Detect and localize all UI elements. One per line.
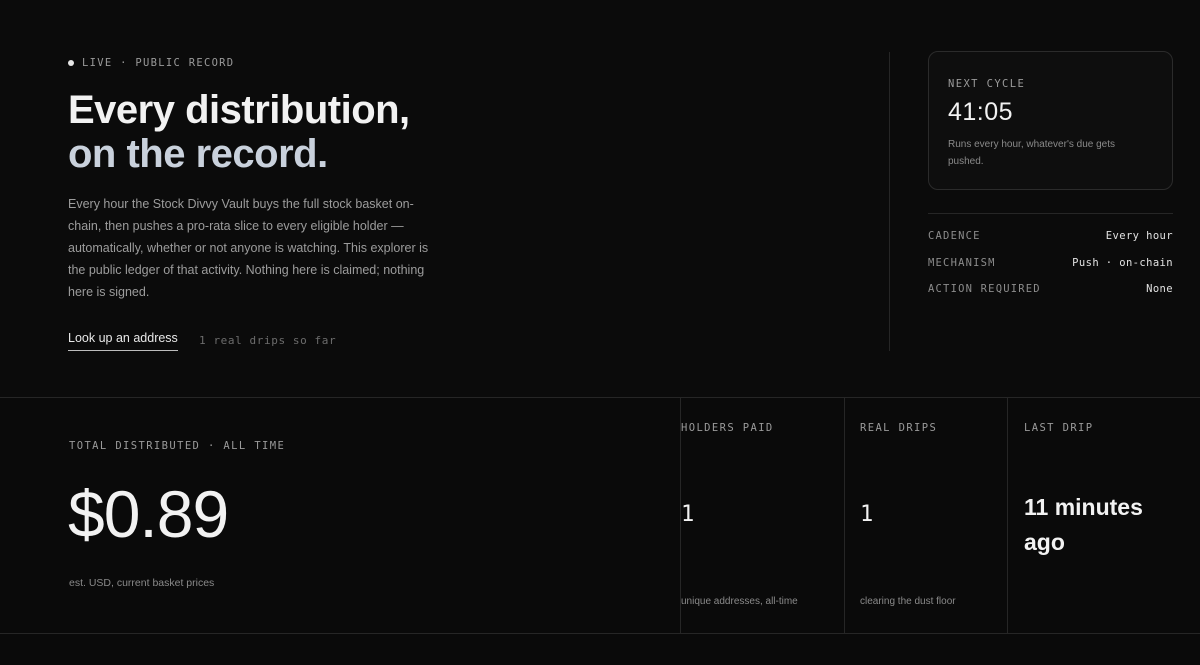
vertical-divider bbox=[889, 52, 890, 351]
stat-note: clearing the dust floor bbox=[860, 596, 956, 607]
detail-value: Every hour bbox=[1105, 230, 1173, 242]
hero-section: LIVE · PUBLIC RECORD Every distribution,… bbox=[0, 0, 1200, 397]
details-divider bbox=[928, 213, 1173, 214]
detail-value: Push · on-chain bbox=[1072, 257, 1173, 269]
detail-value: None bbox=[1146, 283, 1173, 295]
stat-label: HOLDERS PAID bbox=[681, 422, 774, 434]
detail-row-mechanism: MECHANISM Push · on-chain bbox=[928, 257, 1173, 269]
stat-real-drips: REAL DRIPS 1 clearing the dust floor bbox=[844, 398, 1007, 634]
stat-note: unique addresses, all-time bbox=[681, 596, 798, 607]
stat-value: 11 minutes ago bbox=[1024, 494, 1143, 555]
next-cycle-note: Runs every hour, whatever's due gets pus… bbox=[948, 139, 1116, 167]
detail-key: CADENCE bbox=[928, 230, 981, 242]
page-title-line1: Every distribution, bbox=[68, 88, 410, 132]
live-dot-icon bbox=[68, 60, 74, 66]
stat-label: LAST DRIP bbox=[1024, 422, 1094, 434]
detail-key: ACTION REQUIRED bbox=[928, 283, 1041, 295]
page-title-line2: on the record. bbox=[68, 132, 328, 176]
detail-key: MECHANISM bbox=[928, 257, 996, 269]
next-cycle-countdown: 41:05 bbox=[948, 98, 1014, 126]
detail-row-action-required: ACTION REQUIRED None bbox=[928, 283, 1173, 295]
next-cycle-card: NEXT CYCLE 41:05 Runs every hour, whatev… bbox=[928, 51, 1173, 190]
live-badge: LIVE · PUBLIC RECORD bbox=[68, 57, 234, 69]
page-title: Every distribution, on the record. bbox=[68, 88, 410, 176]
drips-count-note: 1 real drips so far bbox=[199, 334, 337, 347]
stat-last-drip: LAST DRIP 11 minutes ago bbox=[1007, 398, 1200, 634]
lookup-address-link[interactable]: Look up an address bbox=[68, 331, 178, 351]
stat-holders-paid: HOLDERS PAID 1 unique addresses, all-tim… bbox=[680, 398, 844, 634]
stat-value: 1 bbox=[860, 502, 874, 527]
hero-description: Every hour the Stock Divvy Vault buys th… bbox=[68, 197, 429, 299]
total-distributed-note: est. USD, current basket prices bbox=[69, 577, 215, 589]
stat-value: 1 bbox=[681, 502, 695, 527]
total-distributed-label: TOTAL DISTRIBUTED · ALL TIME bbox=[69, 440, 286, 452]
stat-label: REAL DRIPS bbox=[860, 422, 938, 434]
live-badge-label: LIVE · PUBLIC RECORD bbox=[82, 57, 235, 69]
stats-section: TOTAL DISTRIBUTED · ALL TIME $0.89 est. … bbox=[0, 397, 1200, 634]
detail-row-cadence: CADENCE Every hour bbox=[928, 230, 1173, 242]
next-cycle-label: NEXT CYCLE bbox=[948, 78, 1026, 90]
total-distributed-value: $0.89 bbox=[68, 477, 229, 551]
